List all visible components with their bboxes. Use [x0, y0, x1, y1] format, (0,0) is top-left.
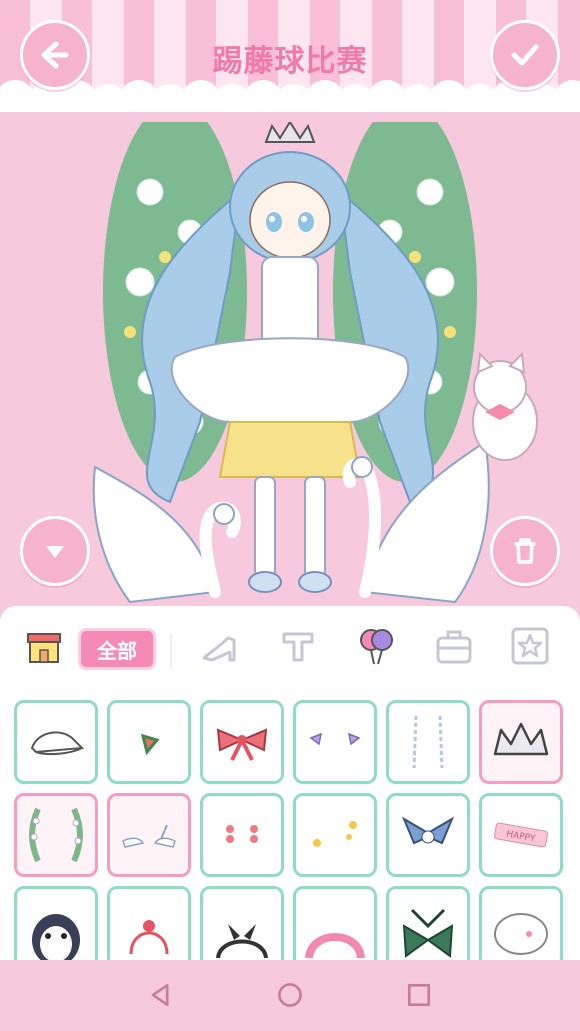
tab-accessory[interactable] — [352, 622, 400, 670]
sailor-collar-icon — [401, 816, 455, 845]
tab-top[interactable] — [274, 622, 322, 670]
item-watermelon-clip[interactable] — [107, 700, 191, 784]
item-earrings[interactable] — [386, 700, 470, 784]
nav-back-icon — [151, 983, 169, 1007]
pink-headband-icon — [305, 933, 365, 959]
checkmark-icon — [511, 44, 539, 66]
cap-icon — [30, 731, 85, 756]
item-green-bow-tie[interactable] — [386, 886, 470, 970]
shirt-icon — [282, 632, 314, 662]
item-happy-sticker[interactable]: HAPPY — [479, 793, 563, 877]
item-sparkle[interactable] — [293, 793, 377, 877]
system-nav-bar — [0, 960, 580, 1031]
character-skirt — [218, 421, 362, 478]
character-dress — [170, 337, 410, 423]
tab-all[interactable]: 全部 — [78, 628, 156, 670]
item-red-earrings[interactable] — [200, 793, 284, 877]
crown-icon — [493, 722, 549, 756]
balloon-icon — [360, 629, 393, 665]
collapse-button[interactable] — [20, 516, 90, 586]
happy-sticker-icon: HAPPY — [493, 822, 549, 848]
shoe-icon — [202, 636, 236, 662]
red-bow-icon — [216, 728, 268, 761]
item-sailor-collar[interactable] — [386, 793, 470, 877]
earrings-icon — [412, 715, 444, 769]
shop-icon — [27, 633, 61, 663]
wardrobe-panel: 全部 HAPPY — [0, 606, 580, 970]
item-cap[interactable] — [14, 700, 98, 784]
penguin-icon — [32, 914, 80, 960]
delete-button[interactable] — [490, 516, 560, 586]
item-swans[interactable] — [107, 793, 191, 877]
nav-recents-button[interactable] — [402, 978, 436, 1012]
item-penguin[interactable] — [14, 886, 98, 970]
sparkle-icon — [313, 821, 357, 847]
confirm-button[interactable] — [490, 20, 560, 90]
back-button[interactable] — [20, 20, 90, 90]
chevron-down-icon — [46, 546, 64, 558]
tab-shoes[interactable] — [196, 622, 244, 670]
item-wing-clips[interactable] — [293, 700, 377, 784]
tab-shop[interactable] — [20, 622, 68, 670]
item-sheep-hat[interactable] — [479, 886, 563, 970]
item-pink-headband[interactable] — [293, 886, 377, 970]
item-crown[interactable] — [479, 700, 563, 784]
swans-icon — [122, 824, 176, 848]
character-face — [249, 181, 331, 259]
lily-garland-icon — [29, 807, 83, 863]
category-tabs: 全部 — [0, 618, 580, 674]
watermelon-clip-icon — [140, 733, 160, 756]
trash-icon — [514, 538, 536, 564]
item-black-bow-headband[interactable] — [200, 886, 284, 970]
nav-home-button[interactable] — [273, 978, 307, 1012]
character-torso — [261, 256, 319, 348]
item-lily-garland[interactable] — [14, 793, 98, 877]
black-bow-headband-icon — [216, 924, 268, 959]
item-red-bow[interactable] — [200, 700, 284, 784]
green-bow-tie-icon — [402, 908, 454, 958]
back-arrow-icon — [41, 41, 69, 69]
nav-recents-icon — [407, 983, 431, 1007]
tab-bag[interactable] — [430, 622, 478, 670]
sheep-hat-icon — [494, 913, 548, 955]
red-earrings-icon — [226, 825, 258, 843]
wing-clips-icon — [309, 732, 361, 746]
nav-back-button[interactable] — [144, 978, 178, 1012]
nav-home-icon — [278, 983, 302, 1007]
item-red-headband[interactable] — [107, 886, 191, 970]
bag-icon — [436, 630, 472, 664]
red-headband-icon — [129, 920, 169, 955]
tab-divider — [170, 634, 172, 668]
star-icon — [511, 627, 549, 665]
tab-favorite[interactable] — [506, 622, 554, 670]
